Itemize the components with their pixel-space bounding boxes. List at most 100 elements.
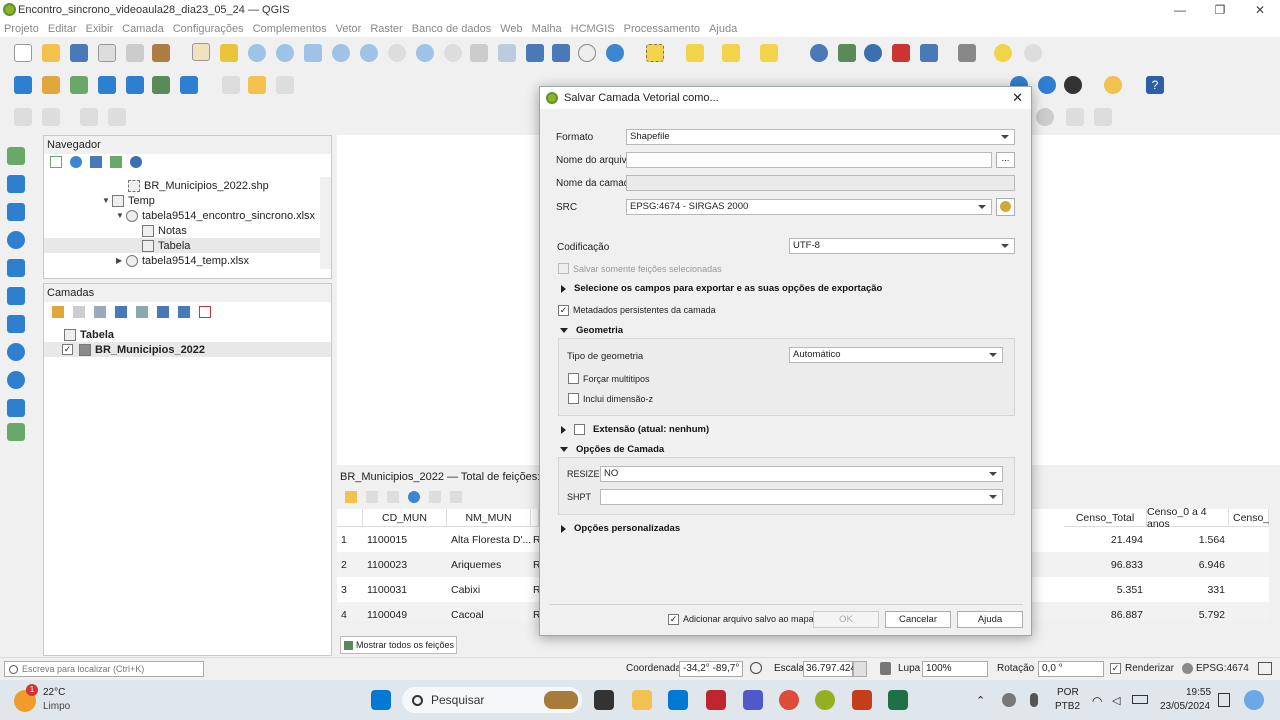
add-raster-layer-icon[interactable] xyxy=(7,175,25,193)
new-layer-icon[interactable] xyxy=(42,76,60,94)
messages-icon[interactable] xyxy=(1258,662,1272,675)
select-location-icon[interactable] xyxy=(760,44,778,62)
reload-icon[interactable] xyxy=(408,491,420,503)
section-opcoes-personalizadas[interactable]: Opções personalizadas xyxy=(561,523,680,534)
locator-search[interactable]: Escreva para localizar (Ctrl+K) xyxy=(4,661,204,677)
metadados-checkbox[interactable]: ✓ xyxy=(558,305,569,316)
multi-edit-icon[interactable] xyxy=(366,491,378,503)
refresh-icon[interactable] xyxy=(606,44,624,62)
coordinate-input[interactable]: -34,2° -89,7° xyxy=(679,661,743,677)
add-wms-icon[interactable] xyxy=(126,76,144,94)
navigator-item[interactable]: ▼ tabela9514_encontro_sincrono.xlsx xyxy=(116,208,315,223)
pan-map-icon[interactable] xyxy=(192,43,210,61)
new-shapefile-icon[interactable] xyxy=(7,423,25,441)
clock-time[interactable]: 19:55 xyxy=(1186,687,1211,698)
adicionar-ao-mapa-checkbox[interactable]: ✓ xyxy=(668,614,679,625)
layer-visibility-checkbox[interactable]: ✓ xyxy=(62,344,73,355)
add-vector-icon[interactable] xyxy=(70,76,88,94)
layout-manager-icon[interactable] xyxy=(98,44,116,62)
add-spatialite-icon[interactable] xyxy=(7,287,25,305)
magnifier-input[interactable]: 100% xyxy=(922,661,988,677)
taskbar-search[interactable]: Pesquisar xyxy=(402,687,582,713)
add-vector-layer-icon[interactable] xyxy=(7,147,25,165)
digitize-icon[interactable] xyxy=(98,76,116,94)
add-wms-wmts-icon[interactable] xyxy=(7,343,25,361)
manage-map-themes-icon[interactable] xyxy=(94,306,106,318)
help-icon[interactable]: ? xyxy=(1146,76,1164,94)
locate-icon[interactable] xyxy=(1024,44,1042,62)
teams-icon[interactable] xyxy=(743,690,763,710)
section-campos-exportar[interactable]: Selecione os campos para exportar e as s… xyxy=(561,283,882,294)
task-view-icon[interactable] xyxy=(594,690,614,710)
open-field-calculator-icon[interactable] xyxy=(920,44,938,62)
advanced-digitize-icon[interactable] xyxy=(14,108,32,126)
inclui-z-checkbox[interactable] xyxy=(568,393,579,404)
battery-icon[interactable] xyxy=(1132,695,1148,704)
save-edits-icon[interactable] xyxy=(387,491,399,503)
collapse-all-icon[interactable] xyxy=(110,156,122,168)
current-edits-icon[interactable] xyxy=(222,76,240,94)
menu-vetor[interactable]: Vetor xyxy=(336,23,362,35)
new-project-icon[interactable] xyxy=(14,44,32,62)
lock-icon[interactable] xyxy=(880,662,891,675)
select-by-value-icon[interactable] xyxy=(686,44,704,62)
map-tips-icon[interactable] xyxy=(994,44,1012,62)
rotation-input[interactable]: 0,0 ° xyxy=(1038,661,1104,677)
browse-file-button[interactable]: ... xyxy=(996,152,1015,168)
microphone-icon[interactable] xyxy=(1030,693,1038,707)
microsoft-store-icon[interactable] xyxy=(668,690,688,710)
menu-hcmgis[interactable]: HCMGIS xyxy=(571,23,615,35)
bookmarks-manager-icon[interactable] xyxy=(552,44,570,62)
add-raster-icon[interactable] xyxy=(152,76,170,94)
menu-complementos[interactable]: Complementos xyxy=(253,23,327,35)
codificacao-select[interactable]: UTF-8 xyxy=(789,238,1015,254)
navigator-item[interactable]: Tabela xyxy=(44,238,320,253)
table-vertical-scrollbar[interactable] xyxy=(1269,509,1280,621)
vertex-add-icon[interactable] xyxy=(1094,108,1112,126)
select-features-icon[interactable] xyxy=(646,44,664,62)
zoom-selection-icon[interactable] xyxy=(332,44,350,62)
bookmark-icon[interactable] xyxy=(526,44,544,62)
save-edits-icon[interactable] xyxy=(276,76,294,94)
pan-to-selection-icon[interactable] xyxy=(220,44,238,62)
menu-malha[interactable]: Malha xyxy=(532,23,562,35)
cancel-button[interactable]: Cancelar xyxy=(885,611,951,628)
formato-select[interactable]: Shapefile xyxy=(626,129,1015,145)
tray-app-icon[interactable] xyxy=(1002,693,1016,707)
salvar-selecionadas-checkbox[interactable] xyxy=(558,263,569,274)
print-layout-icon[interactable] xyxy=(126,44,144,62)
expand-all-icon[interactable] xyxy=(157,306,169,318)
navigator-item[interactable]: ▶ tabela9514_temp.xlsx xyxy=(116,253,249,268)
extensao-checkbox[interactable] xyxy=(574,424,585,435)
menu-camada[interactable]: Camada xyxy=(122,23,164,35)
nome-camada-input[interactable] xyxy=(626,175,1015,191)
zoom-next-icon[interactable] xyxy=(444,44,462,62)
wifi-icon[interactable]: ◠ xyxy=(1092,694,1102,708)
language-indicator[interactable]: POR xyxy=(1057,687,1079,698)
info-icon[interactable] xyxy=(130,156,142,168)
scale-input[interactable]: 36.797.424 xyxy=(803,661,856,677)
menu-web[interactable]: Web xyxy=(500,23,522,35)
statistics-sum-icon[interactable] xyxy=(892,44,910,62)
column-header[interactable]: CD_MUN xyxy=(363,509,447,527)
filter-legend-icon[interactable] xyxy=(115,306,127,318)
crs-status-button[interactable]: EPSG:4674 xyxy=(1196,663,1249,674)
tipo-geometria-select[interactable]: Automático xyxy=(789,347,1003,363)
plugin-globe-icon[interactable] xyxy=(1038,76,1056,94)
chevron-right-icon[interactable]: ▶ xyxy=(116,256,126,265)
layer-item-tabela[interactable]: Tabela xyxy=(64,327,114,342)
new-3d-view-icon[interactable] xyxy=(498,44,516,62)
resize-select[interactable]: NO xyxy=(600,466,1003,482)
chevron-down-icon[interactable]: ▼ xyxy=(116,211,126,220)
column-header[interactable]: Censo_Total xyxy=(1064,509,1147,527)
add-delimited-text-icon[interactable] xyxy=(7,231,25,249)
toggle-editing-icon[interactable] xyxy=(248,76,266,94)
minimize-button[interactable]: — xyxy=(1160,0,1200,20)
maximize-button[interactable]: ❐ xyxy=(1200,0,1240,20)
zoom-full-icon[interactable] xyxy=(304,44,322,62)
toggle-edit-icon[interactable] xyxy=(345,491,357,503)
new-map-view-icon[interactable] xyxy=(470,44,488,62)
save-project-icon[interactable] xyxy=(70,44,88,62)
menu-raster[interactable]: Raster xyxy=(370,23,402,35)
collapse-all-icon[interactable] xyxy=(178,306,190,318)
